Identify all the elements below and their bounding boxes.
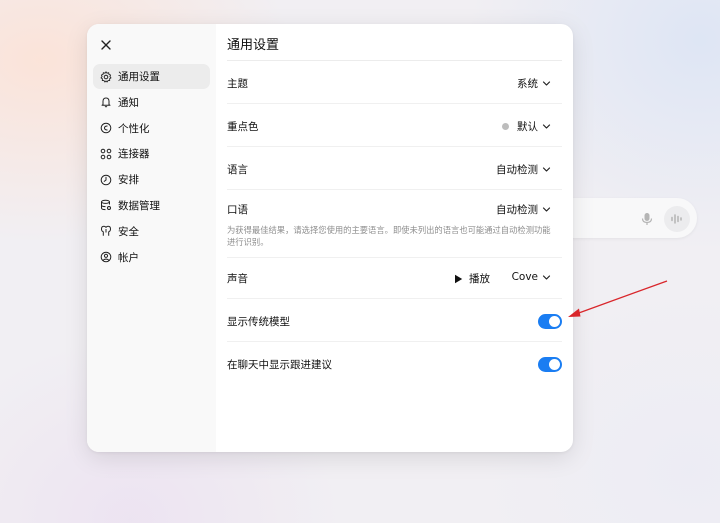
accent-color-dropdown[interactable]: 默认	[502, 119, 551, 134]
spoken-language-dropdown[interactable]: 自动检测	[496, 202, 551, 217]
chevron-down-icon	[542, 81, 551, 86]
row-divider	[227, 257, 562, 258]
sidebar-item-general[interactable]: 通用设置	[93, 64, 210, 89]
page-title: 通用设置	[227, 38, 280, 53]
chevron-down-icon	[542, 124, 551, 129]
sidebar-item-label: 安排	[118, 174, 139, 187]
sidebar-item-connectors[interactable]: 连接器	[93, 141, 210, 166]
title-divider	[227, 60, 562, 61]
sidebar-item-personalization[interactable]: 个性化	[93, 116, 210, 141]
bell-icon	[100, 96, 112, 108]
sidebar-item-label: 个性化	[118, 122, 150, 135]
microphone-button[interactable]	[636, 208, 658, 230]
sidebar-item-label: 安全	[118, 225, 139, 238]
database-icon	[100, 199, 112, 211]
voice-value: Cove	[511, 271, 538, 283]
follow-up-suggestions-toggle[interactable]	[538, 357, 562, 372]
spoken-language-value: 自动检测	[496, 204, 538, 216]
gear-icon	[100, 70, 112, 83]
row-divider	[227, 103, 562, 104]
connectors-icon	[100, 148, 112, 160]
close-button[interactable]	[96, 35, 116, 55]
voice-label: 声音	[227, 273, 248, 285]
theme-value: 系统	[517, 78, 538, 90]
clock-icon	[100, 174, 112, 186]
settings-dialog: 通用设置 通知 个性化 连接器 安排 数据管理 安全 帐户 通用设置 主题 系统…	[87, 24, 573, 452]
shield-icon	[100, 225, 112, 237]
chevron-down-icon	[542, 167, 551, 172]
row-divider	[227, 189, 562, 190]
voice-dropdown[interactable]: Cove	[512, 271, 551, 283]
spoken-language-hint: 为获得最佳结果，请选择您使用的主要语言。即使未列出的语言也可能通过自动检测功能进…	[227, 225, 551, 247]
language-dropdown[interactable]: 自动检测	[496, 162, 551, 177]
accent-color-label: 重点色	[227, 121, 259, 133]
sidebar-item-label: 数据管理	[118, 199, 160, 212]
play-label: 播放	[469, 273, 490, 285]
settings-content: 通用设置 主题 系统 重点色 默认 语言 自动检测 口语 自动检测 为获得最佳结…	[216, 24, 573, 452]
sidebar-item-data-controls[interactable]: 数据管理	[93, 193, 210, 218]
sidebar-item-notifications[interactable]: 通知	[93, 90, 210, 115]
sidebar-item-security[interactable]: 安全	[93, 219, 210, 244]
language-label: 语言	[227, 164, 248, 176]
sidebar-item-label: 连接器	[118, 148, 150, 161]
sidebar-item-account[interactable]: 帐户	[93, 245, 210, 270]
close-icon	[101, 40, 111, 50]
theme-label: 主题	[227, 78, 248, 90]
color-swatch-dot	[502, 123, 509, 130]
chevron-down-icon	[542, 274, 551, 280]
row-divider	[227, 146, 562, 147]
theme-dropdown[interactable]: 系统	[517, 76, 551, 91]
settings-nav: 通用设置 通知 个性化 连接器 安排 数据管理 安全 帐户	[93, 64, 210, 270]
spoken-language-label: 口语	[227, 204, 248, 216]
follow-up-suggestions-label: 在聊天中显示跟进建议	[227, 359, 332, 371]
language-value: 自动检测	[496, 164, 538, 176]
row-divider	[227, 341, 562, 342]
waveform-icon	[671, 214, 682, 224]
play-icon	[455, 274, 463, 283]
account-icon	[100, 251, 112, 263]
legacy-models-toggle[interactable]	[538, 314, 562, 329]
accent-color-value: 默认	[517, 121, 538, 133]
sidebar-item-schedules[interactable]: 安排	[93, 167, 210, 192]
sidebar-item-label: 通用设置	[118, 71, 160, 83]
chevron-down-icon	[542, 207, 551, 212]
personalize-icon	[100, 122, 112, 134]
row-divider	[227, 298, 562, 299]
play-voice-button[interactable]: 播放	[454, 271, 490, 286]
sidebar-item-label: 通知	[118, 96, 139, 109]
settings-sidebar: 通用设置 通知 个性化 连接器 安排 数据管理 安全 帐户	[87, 24, 216, 452]
voice-mode-button[interactable]	[664, 206, 690, 232]
legacy-models-label: 显示传统模型	[227, 316, 290, 328]
toggle-knob	[549, 316, 560, 327]
toggle-knob	[549, 359, 560, 370]
sidebar-item-label: 帐户	[118, 251, 139, 264]
microphone-icon	[641, 213, 653, 225]
